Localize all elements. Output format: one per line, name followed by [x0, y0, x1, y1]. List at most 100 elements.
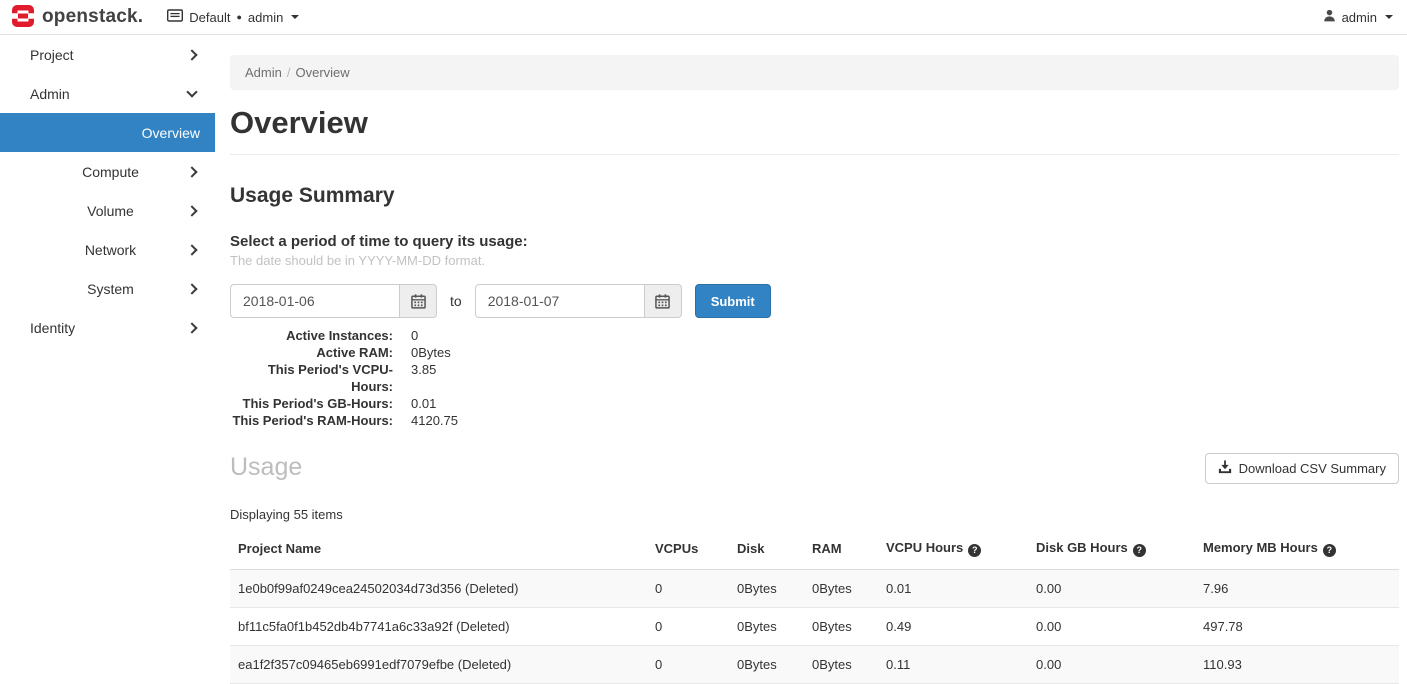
cell-project-name: 1e0b0f99af0249cea24502034d73d356 (Delete…	[230, 570, 647, 608]
breadcrumb-separator: /	[287, 65, 291, 80]
col-vcpus: VCPUs	[647, 534, 729, 570]
sidebar-item-overview[interactable]: Overview	[0, 113, 215, 152]
user-icon	[1323, 9, 1336, 25]
table-row: bf11c5fa0f1b452db4b7741a6c33a92f (Delete…	[230, 608, 1399, 646]
cell-vcpus: 0	[647, 608, 729, 646]
sidebar-item-compute[interactable]: Compute	[0, 152, 215, 191]
date-to-calendar-button[interactable]	[644, 284, 682, 318]
download-csv-label: Download CSV Summary	[1239, 461, 1386, 476]
stat-label: This Period's GB-Hours:	[230, 395, 393, 412]
date-from-calendar-button[interactable]	[399, 284, 437, 318]
cell-ram: 0Bytes	[804, 608, 878, 646]
cell-project-name: ea1f2f357c09465eb6991edf7079efbe (Delete…	[230, 646, 647, 684]
sidebar-item-label: Identity	[30, 320, 75, 336]
cell-vcpus: 0	[647, 646, 729, 684]
domain-icon	[167, 9, 183, 25]
table-header-row: Project Name VCPUs Disk RAM VCPU Hours? …	[230, 534, 1399, 570]
download-icon	[1218, 460, 1232, 477]
col-ram: RAM	[804, 534, 878, 570]
openstack-logo-icon	[12, 5, 34, 30]
sidebar-item-network[interactable]: Network	[0, 230, 215, 269]
cell-vcpus: 0	[647, 570, 729, 608]
top-navbar: openstack. Default ● admin admin	[0, 0, 1407, 35]
cell-memory-mb-hours: 497.78	[1195, 608, 1399, 646]
cell-ram: 0Bytes	[804, 646, 878, 684]
to-label: to	[450, 293, 462, 309]
cell-vcpu-hours: 0.49	[878, 608, 1028, 646]
help-icon[interactable]: ?	[1133, 544, 1146, 557]
user-menu[interactable]: admin	[1323, 9, 1393, 25]
cell-disk-gb-hours: 0.00	[1028, 646, 1195, 684]
usage-table: Project Name VCPUs Disk RAM VCPU Hours? …	[230, 534, 1399, 684]
sidebar-item-admin[interactable]: Admin	[0, 74, 215, 113]
sidebar-item-label: Compute	[82, 164, 139, 180]
chevron-down-icon	[188, 92, 196, 96]
chevron-right-icon	[188, 246, 196, 254]
date-from-group	[230, 284, 437, 318]
cell-vcpu-hours: 0.11	[878, 646, 1028, 684]
sidebar-item-label: System	[87, 281, 134, 297]
stat-label: Active RAM:	[230, 344, 393, 361]
chevron-right-icon	[188, 324, 196, 332]
sidebar-item-system[interactable]: System	[0, 269, 215, 308]
col-disk: Disk	[729, 534, 804, 570]
table-row: 1e0b0f99af0249cea24502034d73d356 (Delete…	[230, 570, 1399, 608]
chevron-down-icon	[1385, 15, 1393, 19]
date-range-prompt: Select a period of time to query its usa…	[230, 233, 1399, 250]
project-dot-icon: ●	[236, 13, 241, 22]
usage-table-heading: Usage	[230, 453, 302, 482]
sidebar-item-project[interactable]: Project	[0, 35, 215, 74]
stat-value: 4120.75	[411, 412, 1399, 429]
help-icon[interactable]: ?	[968, 544, 981, 557]
cell-vcpu-hours: 0.01	[878, 570, 1028, 608]
domain-project-switcher[interactable]: Default ● admin	[167, 9, 299, 25]
sidebar-item-label: Project	[30, 47, 74, 63]
sidebar-item-label: Admin	[30, 86, 70, 102]
usage-stats: Active Instances: 0 Active RAM: 0Bytes T…	[230, 327, 1399, 429]
chevron-down-icon	[291, 15, 299, 19]
download-csv-button[interactable]: Download CSV Summary	[1205, 453, 1399, 484]
chevron-right-icon	[188, 207, 196, 215]
stat-value: 0	[411, 327, 1399, 344]
date-to-group	[475, 284, 682, 318]
stat-label: This Period's RAM-Hours:	[230, 412, 393, 429]
calendar-icon	[411, 294, 426, 309]
cell-disk-gb-hours: 0.00	[1028, 570, 1195, 608]
table-row: ea1f2f357c09465eb6991edf7079efbe (Delete…	[230, 646, 1399, 684]
sidebar-item-identity[interactable]: Identity	[0, 308, 215, 347]
chevron-right-icon	[188, 168, 196, 176]
stat-value: 0.01	[411, 395, 1399, 412]
col-memory-mb-hours: Memory MB Hours?	[1195, 534, 1399, 570]
stat-value: 3.85	[411, 361, 1399, 395]
cell-memory-mb-hours: 110.93	[1195, 646, 1399, 684]
cell-disk-gb-hours: 0.00	[1028, 608, 1195, 646]
help-icon[interactable]: ?	[1323, 544, 1336, 557]
main-content: Admin/Overview Overview Usage Summary Se…	[215, 35, 1407, 670]
domain-label: Default	[189, 10, 230, 25]
col-project-name: Project Name	[230, 534, 647, 570]
calendar-icon	[655, 294, 670, 309]
breadcrumb: Admin/Overview	[230, 55, 1399, 90]
sidebar-nav: Project Admin Overview Compute Volume Ne…	[0, 35, 215, 670]
chevron-right-icon	[188, 285, 196, 293]
cell-disk: 0Bytes	[729, 608, 804, 646]
stat-label: This Period's VCPU-Hours:	[230, 361, 393, 395]
usage-summary-heading: Usage Summary	[230, 184, 1399, 208]
cell-ram: 0Bytes	[804, 570, 878, 608]
cell-disk: 0Bytes	[729, 646, 804, 684]
sidebar-item-label: Network	[85, 242, 136, 258]
sidebar-item-label: Volume	[87, 203, 134, 219]
brand-wordmark: openstack.	[42, 6, 143, 28]
page-title: Overview	[230, 105, 1399, 141]
project-label: admin	[248, 10, 283, 25]
date-from-input[interactable]	[230, 284, 399, 318]
date-to-input[interactable]	[475, 284, 644, 318]
sidebar-item-volume[interactable]: Volume	[0, 191, 215, 230]
breadcrumb-admin-link[interactable]: Admin	[245, 65, 282, 80]
openstack-brand[interactable]: openstack.	[12, 5, 143, 30]
date-format-hint: The date should be in YYYY-MM-DD format.	[230, 253, 1399, 268]
cell-memory-mb-hours: 7.96	[1195, 570, 1399, 608]
sidebar-item-label: Overview	[142, 125, 200, 141]
cell-project-name: bf11c5fa0f1b452db4b7741a6c33a92f (Delete…	[230, 608, 647, 646]
submit-button[interactable]: Submit	[695, 284, 771, 318]
